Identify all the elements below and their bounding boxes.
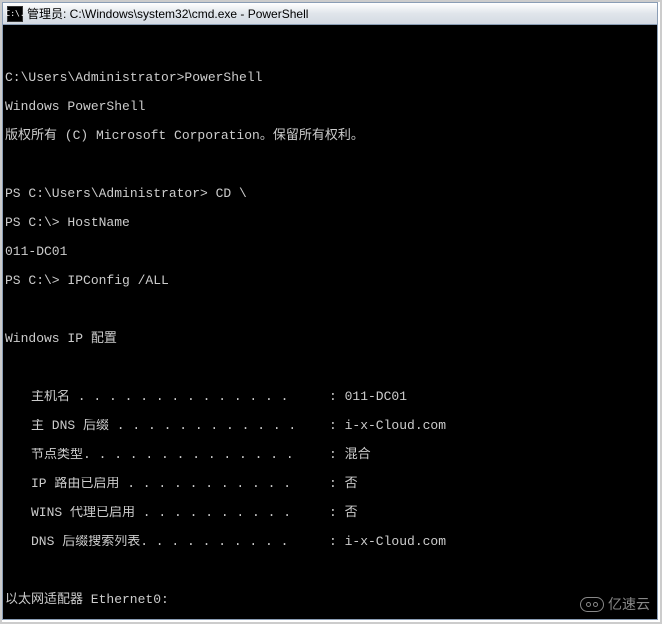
output-line: PS C:\> HostName — [5, 216, 655, 231]
property-row: WINS 代理已启用 . . . . . . . . . .: 否 — [5, 506, 655, 521]
property-row: DNS 后缀搜索列表. . . . . . . . . .: i-x-Cloud… — [5, 535, 655, 550]
property-row: 主 DNS 后缀 . . . . . . . . . . . .: i-x-Cl… — [5, 419, 655, 434]
output-line: 版权所有 (C) Microsoft Corporation。保留所有权利。 — [5, 129, 655, 144]
property-label: 节点类型. . . . . . . . . . . . . . — [31, 448, 329, 463]
cmd-icon: C:\. — [7, 6, 23, 22]
output-line: Windows PowerShell — [5, 100, 655, 115]
terminal-body[interactable]: C:\Users\Administrator>PowerShell Window… — [3, 25, 657, 619]
property-label: IP 路由已启用 . . . . . . . . . . . — [31, 477, 329, 492]
output-line: PS C:\Users\Administrator> CD \ — [5, 187, 655, 202]
property-value: : 否 — [329, 506, 358, 521]
property-value: : 011-DC01 — [329, 390, 407, 405]
output-line: PS C:\> IPConfig /ALL — [5, 274, 655, 289]
property-label: WINS 代理已启用 . . . . . . . . . . — [31, 506, 329, 521]
output-line — [5, 158, 655, 173]
output-line — [5, 564, 655, 579]
output-line — [5, 42, 655, 57]
property-value: : 否 — [329, 477, 358, 492]
property-label: 主 DNS 后缀 . . . . . . . . . . . . — [31, 419, 329, 434]
property-value: : i-x-Cloud.com — [329, 535, 446, 550]
output-line — [5, 361, 655, 376]
output-line: 011-DC01 — [5, 245, 655, 260]
section-header: 以太网适配器 Ethernet0: — [5, 593, 655, 608]
section-header: Windows IP 配置 — [5, 332, 655, 347]
terminal-window: C:\. 管理员: C:\Windows\system32\cmd.exe - … — [2, 2, 658, 620]
titlebar[interactable]: C:\. 管理员: C:\Windows\system32\cmd.exe - … — [3, 3, 657, 25]
property-value: : i-x-Cloud.com — [329, 419, 446, 434]
property-row: 节点类型. . . . . . . . . . . . . .: 混合 — [5, 448, 655, 463]
property-row: 主机名 . . . . . . . . . . . . . .: 011-DC0… — [5, 390, 655, 405]
window-title: 管理员: C:\Windows\system32\cmd.exe - Power… — [27, 5, 308, 22]
output-line — [5, 303, 655, 318]
terminal-output: C:\Users\Administrator>PowerShell Window… — [5, 27, 655, 619]
property-label: 主机名 . . . . . . . . . . . . . . — [31, 390, 329, 405]
output-line: C:\Users\Administrator>PowerShell — [5, 71, 655, 86]
property-value: : 混合 — [329, 448, 371, 463]
property-label: DNS 后缀搜索列表. . . . . . . . . . — [31, 535, 329, 550]
property-row: IP 路由已启用 . . . . . . . . . . .: 否 — [5, 477, 655, 492]
